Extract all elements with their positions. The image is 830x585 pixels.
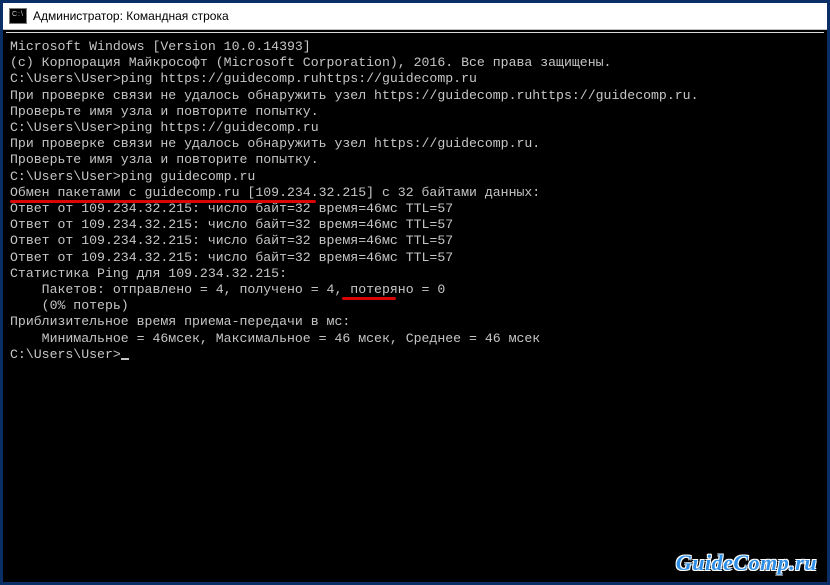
console-line: C:\Users\User>ping https://guidecomp.ruh… (10, 71, 824, 87)
console-line: При проверке связи не удалось обнаружить… (10, 136, 824, 152)
annotation-underline (10, 200, 316, 203)
console-area[interactable]: Microsoft Windows [Version 10.0.14393](c… (6, 32, 824, 579)
console-line: Статистика Ping для 109.234.32.215: (10, 266, 824, 282)
console-line: (c) Корпорация Майкрософт (Microsoft Cor… (10, 55, 824, 71)
console-line: Обмен пакетами с guidecomp.ru [109.234.3… (10, 185, 824, 201)
console-line: При проверке связи не удалось обнаружить… (10, 88, 824, 104)
console-line: Проверьте имя узла и повторите попытку. (10, 104, 824, 120)
console-line: Ответ от 109.234.32.215: число байт=32 в… (10, 201, 824, 217)
console-line: (0% потерь) (10, 298, 824, 314)
console-line: C:\Users\User>ping https://guidecomp.ru (10, 120, 824, 136)
console-line: Минимальное = 46мсек, Максимальное = 46 … (10, 331, 824, 347)
console-prompt[interactable]: C:\Users\User> (10, 347, 824, 363)
console-line: Ответ от 109.234.32.215: число байт=32 в… (10, 217, 824, 233)
cmd-icon: C:\ (9, 8, 27, 24)
window-frame: C:\ Администратор: Командная строка Micr… (0, 0, 830, 585)
console-line: Ответ от 109.234.32.215: число байт=32 в… (10, 233, 824, 249)
console-line: C:\Users\User>ping guidecomp.ru (10, 169, 824, 185)
console-line: Microsoft Windows [Version 10.0.14393] (10, 39, 824, 55)
console-line: Проверьте имя узла и повторите попытку. (10, 152, 824, 168)
console-line: Ответ от 109.234.32.215: число байт=32 в… (10, 250, 824, 266)
window-title: Администратор: Командная строка (33, 9, 229, 23)
titlebar[interactable]: C:\ Администратор: Командная строка (3, 3, 827, 30)
cursor (121, 358, 129, 360)
console-line: Пакетов: отправлено = 4, получено = 4, п… (10, 282, 824, 298)
annotation-underline (342, 297, 396, 300)
console-line: Приблизительное время приема-передачи в … (10, 314, 824, 330)
